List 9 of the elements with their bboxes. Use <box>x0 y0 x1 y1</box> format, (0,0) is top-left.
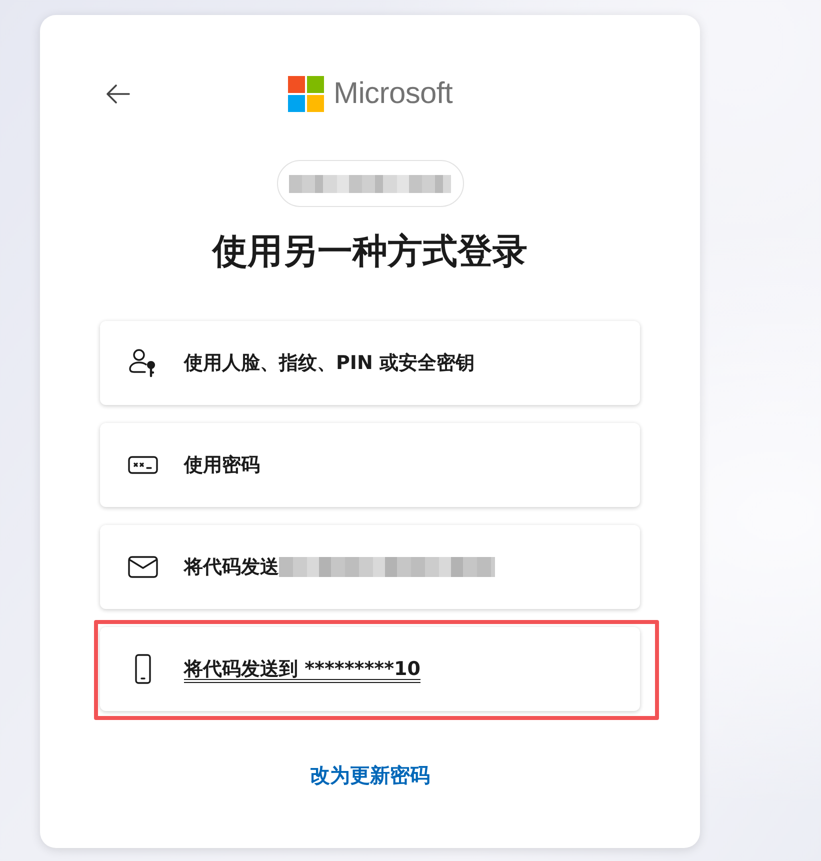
sign-in-option[interactable]: 使用密码 <box>100 423 640 507</box>
sign-in-option[interactable]: 将代码发送到 *********10 <box>100 627 640 711</box>
page-title: 使用另一种方式登录 <box>212 231 528 274</box>
logo-wordmark: Microsoft <box>334 77 452 111</box>
update-password-link[interactable]: 改为更新密码 <box>310 761 430 789</box>
back-arrow-icon <box>106 84 130 104</box>
four-squares-logo-icon <box>288 76 324 112</box>
sign-in-option[interactable]: 将代码发送 <box>100 525 640 609</box>
sign-in-option[interactable]: 使用人脸、指纹、PIN 或安全密钥 <box>100 321 640 405</box>
